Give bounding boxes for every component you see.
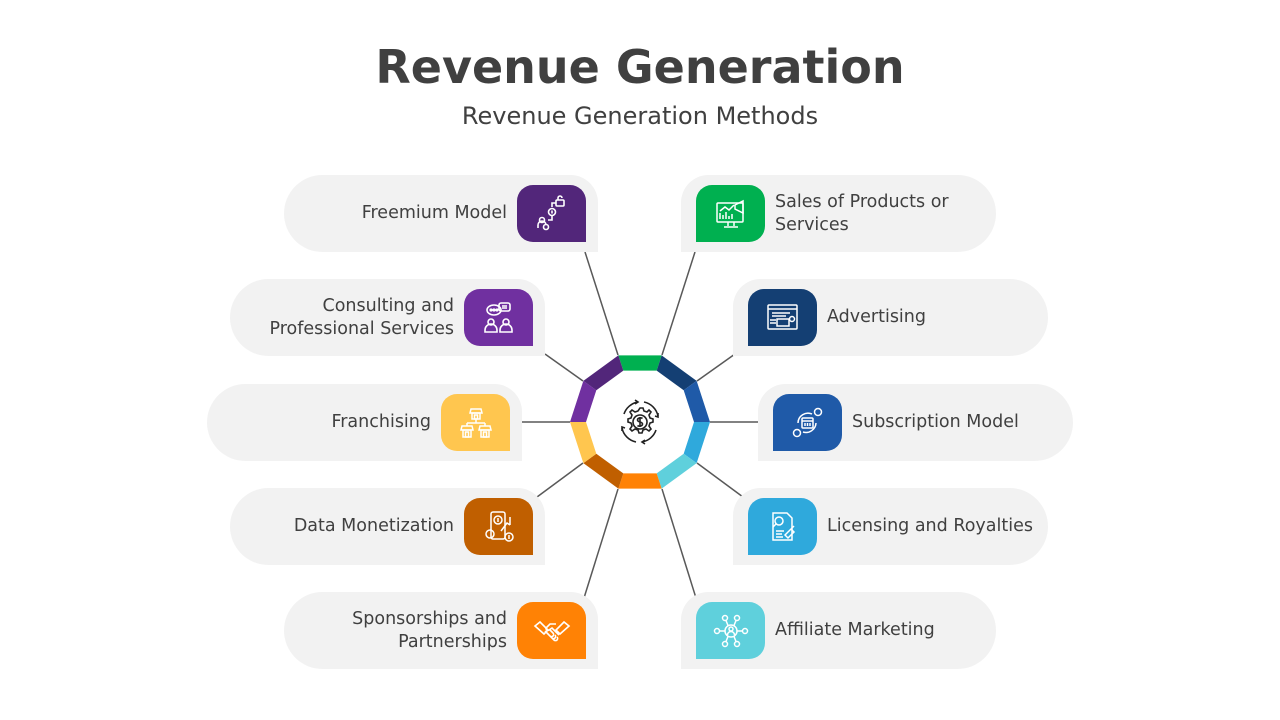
connector-data-monetization: [536, 462, 584, 498]
icon-box: [696, 602, 765, 659]
card-label: Advertising: [827, 307, 926, 327]
icon-box: [441, 394, 510, 451]
card-label: Sponsorships and Partnerships: [352, 608, 507, 652]
connector-consulting: [544, 353, 584, 382]
freemium-unlock-dollar-icon: [536, 194, 565, 230]
ring-segment-data-monetization: [583, 453, 624, 489]
connector-affiliate: [661, 488, 697, 599]
card-label: Licensing and Royalties: [827, 516, 1033, 536]
ring-segment-advertising: [656, 355, 697, 391]
icon-box: [517, 602, 586, 659]
connector-licensing: [696, 462, 744, 498]
card-label: Freemium Model: [361, 203, 507, 223]
hub-diagram: [522, 251, 758, 599]
subscription-cycle-icon: [792, 407, 822, 437]
connector-sponsorships: [583, 488, 619, 599]
card-freemium[interactable]: Freemium Model: [284, 175, 598, 252]
icon-box: [748, 498, 817, 555]
card-sponsorships[interactable]: Sponsorships and Partnerships: [284, 592, 598, 669]
advertising-browser-ads-icon: [766, 303, 798, 330]
card-label: Affiliate Marketing: [775, 620, 935, 640]
card-label: Data Monetization: [293, 516, 454, 536]
licensing-document-stamp-icon: [771, 511, 795, 541]
card-sales[interactable]: Sales of Products or Services: [681, 175, 996, 252]
connector-freemium: [584, 251, 619, 356]
card-label: Consulting and Professional Services: [269, 295, 454, 339]
franchise-stores-icon: [459, 407, 492, 438]
card-data-monetization[interactable]: Data Monetization: [230, 488, 545, 565]
ring-segment-freemium: [583, 355, 624, 391]
data-monetization-phone-dollar-icon: [484, 510, 514, 542]
affiliate-network-icon: [713, 614, 748, 647]
card-label: Subscription Model: [852, 412, 1019, 432]
icon-box: [748, 289, 817, 346]
card-consulting[interactable]: Consulting and Professional Services: [230, 279, 545, 356]
icon-box: [696, 185, 765, 242]
card-label: Sales of Products or Services: [775, 191, 949, 235]
icon-box: [464, 289, 533, 346]
consulting-chat-people-icon: [483, 301, 513, 333]
gear-dollar-cycle-icon: [621, 399, 659, 445]
ring-segment-sponsorships: [618, 473, 662, 489]
handshake-icon: [533, 620, 570, 641]
icon-box: [517, 185, 586, 242]
card-licensing[interactable]: Licensing and Royalties: [733, 488, 1048, 565]
sales-monitor-megaphone-icon: [715, 199, 744, 228]
card-advertising[interactable]: Advertising: [733, 279, 1048, 356]
card-subscription[interactable]: Subscription Model: [758, 384, 1073, 461]
card-label: Franchising: [331, 412, 431, 432]
icon-box: [464, 498, 533, 555]
connector-advertising: [696, 353, 736, 382]
card-affiliate[interactable]: Affiliate Marketing: [681, 592, 996, 669]
card-franchising[interactable]: Franchising: [207, 384, 522, 461]
connector-sales: [661, 251, 696, 356]
icon-box: [773, 394, 842, 451]
ring-segment-affiliate: [656, 453, 697, 489]
ring-segment-sales: [618, 355, 662, 371]
